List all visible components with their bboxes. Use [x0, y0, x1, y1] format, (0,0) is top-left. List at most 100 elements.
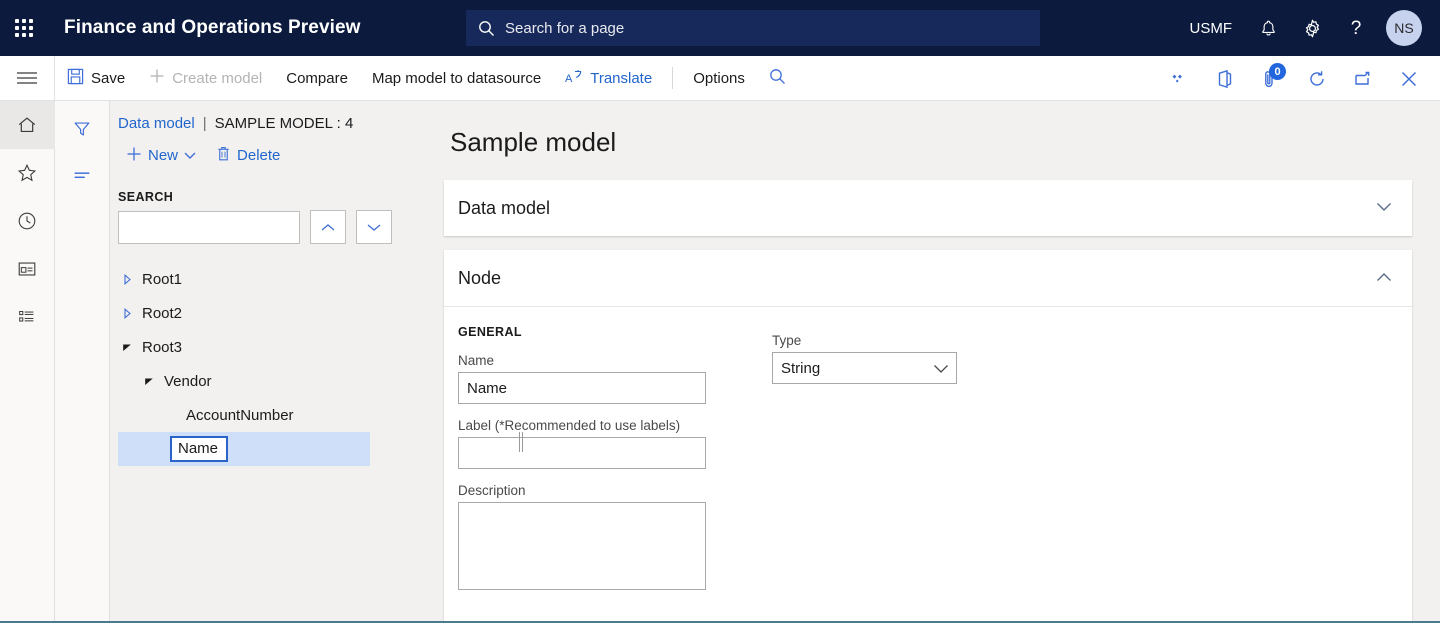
avatar[interactable]: NS [1386, 10, 1422, 46]
question-mark-icon[interactable]: ? [1334, 0, 1378, 56]
field-label-label: Label (*Recommended to use labels) [458, 418, 681, 433]
sidebar-item-favorites[interactable] [0, 149, 55, 197]
tree-node-vendor[interactable]: Vendor [110, 364, 430, 398]
tree-node-rename-input[interactable]: Name [170, 436, 229, 462]
bell-icon[interactable] [1246, 0, 1290, 56]
type-select[interactable]: String [772, 352, 957, 384]
navigation-rail [0, 101, 55, 621]
create-model-button[interactable]: Create model [137, 56, 274, 101]
field-type-label: Type [772, 333, 802, 348]
data-model-tree-pane: Data model | SAMPLE MODEL : 4 New Delete… [110, 101, 523, 621]
sidebar-item-home[interactable] [0, 101, 55, 149]
label-input[interactable] [458, 437, 706, 469]
tree-node-root3[interactable]: Root3 [110, 330, 430, 364]
section-data-model-header[interactable]: Data model [444, 180, 1412, 236]
popout-icon[interactable] [1340, 56, 1386, 101]
gear-icon[interactable] [1290, 0, 1334, 56]
toolbar-search-button[interactable] [757, 56, 798, 101]
section-node: Node GENERAL Name Label (*Recommended to… [444, 250, 1412, 621]
attachment-icon[interactable]: 0 [1248, 56, 1294, 101]
chevron-right-icon[interactable] [118, 273, 136, 285]
app-title: Finance and Operations Preview [64, 17, 361, 38]
action-pane-toolbar: Save Create model Compare Map model to d… [0, 55, 1440, 101]
svg-text:A: A [565, 73, 573, 85]
section-node-header[interactable]: Node [444, 250, 1412, 306]
sidebar-item-modules[interactable] [0, 293, 55, 341]
breadcrumb-current: SAMPLE MODEL : 4 [214, 115, 354, 132]
save-button[interactable]: Save [55, 56, 137, 101]
breadcrumb-link-data-model[interactable]: Data model [118, 115, 195, 132]
translate-button[interactable]: A Translate [553, 56, 664, 101]
type-select-value: String [781, 359, 821, 377]
options-label: Options [693, 69, 745, 87]
description-textarea[interactable] [458, 502, 706, 590]
chevron-up-icon[interactable] [1376, 269, 1392, 287]
type-field-group: Type String [758, 325, 1058, 609]
section-title: Node [458, 267, 502, 288]
search-section-label: SEARCH [118, 190, 174, 204]
create-model-label: Create model [172, 69, 263, 87]
tree-node-label: Root1 [142, 270, 183, 288]
pane-splitter[interactable] [516, 431, 526, 453]
page-title: Sample model [450, 127, 617, 157]
options-button[interactable]: Options [681, 56, 757, 101]
hamburger-icon[interactable] [0, 55, 55, 101]
section-data-model: Data model [444, 180, 1412, 236]
top-bar-right-actions: USMF ? NS [1176, 0, 1440, 56]
search-next-button[interactable] [356, 210, 392, 244]
general-group-title: GENERAL [458, 325, 522, 339]
translate-icon: A [565, 68, 583, 89]
tree-search-row [110, 210, 430, 244]
tree-node-root2[interactable]: Root2 [110, 296, 430, 330]
section-node-body: GENERAL Name Label (*Recommended to use … [444, 306, 1412, 621]
app-launcher-icon[interactable] [0, 0, 48, 56]
lines-icon[interactable] [62, 157, 102, 193]
compare-label: Compare [286, 69, 348, 87]
top-navigation-bar: Finance and Operations Preview Search fo… [0, 0, 1440, 56]
tree-node-name[interactable]: Name [118, 432, 370, 466]
global-search-box[interactable]: Search for a page [466, 10, 1040, 46]
new-label: New [148, 147, 179, 164]
tree-node-label: Root2 [142, 304, 183, 322]
field-type: Type String [772, 333, 1058, 384]
shapes-icon[interactable] [1156, 56, 1202, 101]
page-body: Data model | SAMPLE MODEL : 4 New Delete… [0, 101, 1440, 623]
search-input[interactable] [118, 210, 300, 244]
tree-node-label: Vendor [164, 372, 212, 390]
toolbar-divider [672, 67, 674, 89]
save-label: Save [91, 69, 126, 87]
search-icon [769, 68, 786, 89]
save-icon [67, 68, 84, 89]
close-icon[interactable] [1386, 56, 1432, 101]
company-selector[interactable]: USMF [1176, 20, 1247, 37]
refresh-icon[interactable] [1294, 56, 1340, 101]
new-button[interactable]: New [118, 142, 204, 170]
search-previous-button[interactable] [310, 210, 346, 244]
chevron-down-icon[interactable] [1376, 199, 1392, 217]
attachment-count-badge: 0 [1269, 63, 1286, 80]
general-field-group: GENERAL Name Label (*Recommended to use … [458, 325, 758, 609]
delete-label: Delete [237, 147, 281, 164]
chevron-down-icon [184, 147, 196, 164]
compare-button[interactable]: Compare [274, 56, 360, 101]
office-app-icon[interactable] [1202, 56, 1248, 101]
delete-button[interactable]: Delete [208, 141, 288, 170]
sidebar-item-recent[interactable] [0, 197, 55, 245]
translate-label: Translate [590, 69, 653, 87]
model-tree: Root1 Root2 Root3 Vendor AccountNumber N… [110, 262, 430, 466]
filter-rail [55, 101, 110, 621]
field-name: Name [458, 353, 758, 404]
triangle-down-icon[interactable] [140, 377, 158, 386]
detail-pane: Sample model Data model Node GENERAL Nam… [430, 101, 1440, 621]
trash-icon [216, 145, 231, 166]
tree-node-root1[interactable]: Root1 [110, 262, 430, 296]
filter-icon[interactable] [62, 111, 102, 147]
global-search-placeholder: Search for a page [505, 19, 625, 37]
tree-node-label: Root3 [142, 338, 183, 356]
sidebar-item-workspaces[interactable] [0, 245, 55, 293]
tree-node-accountnumber[interactable]: AccountNumber [110, 398, 430, 432]
triangle-down-icon[interactable] [118, 343, 136, 352]
chevron-right-icon[interactable] [118, 307, 136, 319]
map-model-to-datasource-button[interactable]: Map model to datasource [360, 56, 553, 101]
name-input[interactable] [458, 372, 706, 404]
